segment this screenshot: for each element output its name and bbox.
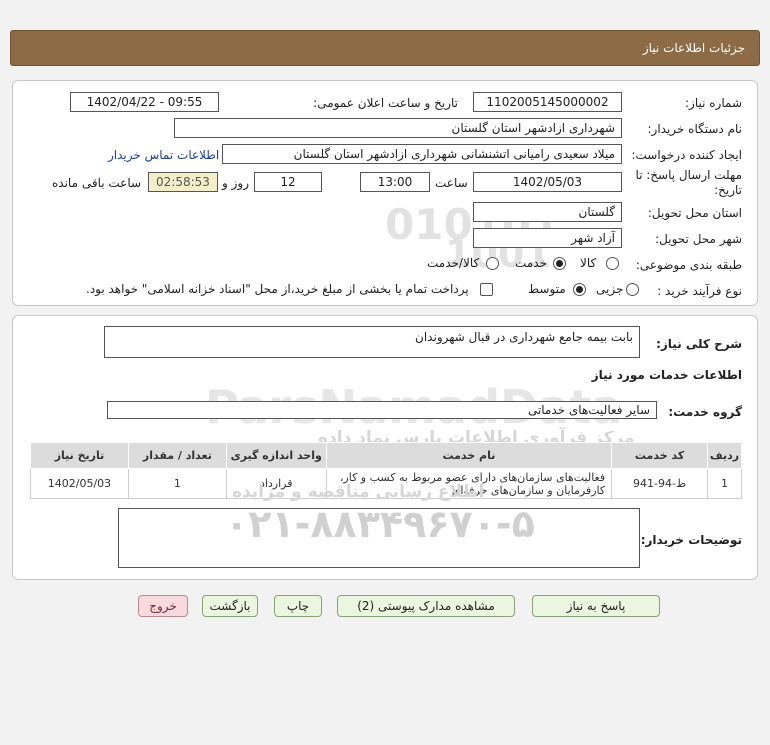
exit-button[interactable]: خروج	[138, 595, 188, 617]
need-number-field: 1102005145000002	[473, 92, 622, 112]
city-field: آزاد شهر	[473, 228, 622, 248]
purchase-radio-medium[interactable]	[573, 283, 586, 296]
province-field: گلستان	[473, 202, 622, 222]
cell-service-name: فعالیت‌های سازمان‌های دارای عضو مربوط به…	[325, 468, 613, 499]
creator-field: میلاد سعیدی رامیانی اتشنشانی شهرداری ازا…	[222, 144, 622, 164]
reply-to-need-button[interactable]: پاسخ به نیاز	[532, 595, 660, 617]
need-number-label: شماره نیاز:	[685, 96, 742, 110]
remaining-label: ساعت باقی مانده	[52, 176, 142, 190]
col-row-number: ردیف	[707, 442, 742, 469]
services-title: اطلاعات خدمات مورد نیاز	[591, 368, 742, 382]
cell-service-code: ط-94-941	[611, 468, 709, 499]
purchase-type-label: نوع فرآیند خرید :	[657, 284, 742, 298]
cell-need-date: 1402/05/03	[30, 468, 129, 499]
purchase-radio-minor[interactable]	[626, 283, 639, 296]
days-label: روز و	[222, 176, 249, 190]
city-label: شهر محل تحویل:	[655, 232, 742, 246]
service-group-label: گروه خدمت:	[668, 405, 742, 419]
category-option-service: خدمت	[515, 256, 547, 270]
col-need-date: تاریخ نیاز	[30, 442, 129, 469]
table-header-row: ردیف کد خدمت نام خدمت واحد اندازه گیری ت…	[30, 442, 742, 469]
col-unit: واحد اندازه گیری	[225, 442, 327, 469]
province-label: استان محل تحویل:	[647, 206, 742, 220]
deadline-time-field: 13:00	[360, 172, 430, 192]
service-group-field: سایر فعالیت‌های خدماتی	[107, 401, 657, 419]
remaining-time-field: 02:58:53	[148, 172, 218, 192]
category-label: طبقه بندی موضوعی:	[635, 258, 742, 272]
deadline-date-field: 1402/05/03	[473, 172, 622, 192]
purchase-option-medium: متوسط	[528, 282, 566, 296]
col-service-name: نام خدمت	[325, 442, 613, 469]
services-table: ردیف کد خدمت نام خدمت واحد اندازه گیری ت…	[30, 442, 742, 499]
cell-unit: قرارداد	[225, 468, 327, 499]
view-attachments-button[interactable]: مشاهده مدارک پیوستی (2)	[337, 595, 515, 617]
treasury-payment-checkbox[interactable]	[480, 283, 493, 296]
buyer-field: شهرداری ازادشهر استان گلستان	[174, 118, 622, 138]
buyer-label: نام دستگاه خریدار:	[647, 122, 743, 136]
creator-label: ایجاد کننده درخواست:	[631, 148, 742, 162]
category-radio-goods[interactable]	[606, 257, 619, 270]
col-service-code: کد خدمت	[611, 442, 709, 469]
deadline-label-line1: مهلت ارسال پاسخ: تا	[635, 168, 742, 182]
summary-field: بابت بیمه جامع شهرداری در قبال شهروندان	[104, 326, 640, 358]
category-radio-goods-service[interactable]	[486, 257, 499, 270]
contact-buyer-link[interactable]: اطلاعات تماس خریدار	[108, 148, 219, 162]
table-row: 1 ط-94-941 فعالیت‌های سازمان‌های دارای ع…	[30, 468, 742, 499]
page-title: جزئیات اطلاعات نیاز	[642, 41, 745, 55]
deadline-label: مهلت ارسال پاسخ: تا تاریخ:	[635, 168, 742, 198]
col-quantity: تعداد / مقدار	[127, 442, 227, 469]
time-label: ساعت	[435, 176, 468, 190]
back-button[interactable]: بازگشت	[202, 595, 258, 617]
days-field: 12	[254, 172, 322, 192]
buyer-notes-field	[118, 508, 640, 568]
category-option-goods: کالا	[580, 256, 597, 270]
print-button[interactable]: چاپ	[274, 595, 322, 617]
purchase-option-minor: جزیی	[596, 282, 624, 296]
treasury-payment-note: پرداخت تمام یا بخشی از مبلغ خرید،از محل …	[86, 282, 469, 296]
cell-quantity: 1	[127, 468, 227, 499]
deadline-label-line2: تاریخ:	[714, 183, 742, 197]
category-option-goods-service: کالا/خدمت	[427, 256, 480, 270]
page-header: جزئیات اطلاعات نیاز	[10, 30, 760, 66]
announce-label: تاریخ و ساعت اعلان عمومی:	[313, 96, 458, 110]
buyer-notes-label: توضیحات خریدار:	[640, 533, 742, 547]
cell-row-number: 1	[707, 468, 742, 499]
category-radio-service[interactable]	[553, 257, 566, 270]
announce-field: 1402/04/22 - 09:55	[70, 92, 219, 112]
summary-label: شرح کلی نیاز:	[656, 337, 742, 351]
